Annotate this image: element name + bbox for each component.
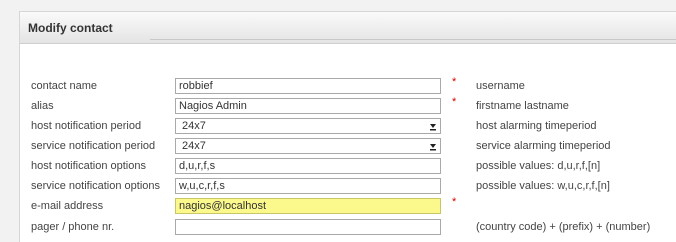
row-alias: alias * firstname lastname [20, 96, 676, 116]
host-notification-options-label: host notification options [31, 160, 146, 172]
service-notification-period-hint: service alarming timeperiod [476, 140, 611, 152]
alias-input[interactable] [175, 98, 441, 114]
row-host-notification-options: host notification options possible value… [20, 158, 676, 176]
header-divider [150, 39, 676, 40]
host-notification-period-select[interactable]: 24x7 [175, 118, 441, 134]
pager-phone-label: pager / phone nr. [31, 221, 115, 233]
dropdown-arrow-icon[interactable] [427, 140, 439, 152]
service-notification-options-input[interactable] [175, 178, 441, 194]
service-notification-period-value: 24x7 [182, 140, 206, 152]
pager-phone-input[interactable] [175, 219, 441, 235]
service-notification-period-select[interactable]: 24x7 [175, 138, 441, 154]
email-address-label: e-mail address [31, 200, 104, 212]
contact-name-input[interactable] [175, 78, 441, 94]
required-marker: * [452, 196, 457, 208]
required-marker: * [452, 76, 457, 88]
service-notification-options-label: service notification options [31, 180, 161, 192]
panel-header: Modify contact [20, 12, 676, 44]
email-address-input[interactable] [175, 198, 441, 214]
service-notification-period-label: service notification period [31, 140, 156, 152]
modify-contact-panel: Modify contact contact name * username a… [19, 11, 676, 242]
row-contact-name: contact name * username [20, 76, 676, 96]
row-service-notification-options: service notification options possible va… [20, 178, 676, 196]
host-notification-options-hint: possible values: d,u,r,f,[n] [476, 160, 601, 172]
host-notification-period-label: host notification period [31, 120, 142, 132]
row-pager-phone: pager / phone nr. (country code) + (pref… [20, 219, 676, 237]
host-notification-options-input[interactable] [175, 158, 441, 174]
alias-hint: firstname lastname [476, 100, 569, 112]
host-notification-period-hint: host alarming timeperiod [476, 120, 597, 132]
alias-label: alias [31, 100, 54, 112]
host-notification-period-value: 24x7 [182, 120, 206, 132]
dropdown-arrow-icon[interactable] [427, 120, 439, 132]
row-email-address: e-mail address * [20, 196, 676, 216]
contact-name-hint: username [476, 80, 525, 92]
row-host-notification-period: host notification period 24x7 host alarm… [20, 118, 676, 136]
panel-title: Modify contact [28, 21, 113, 35]
required-marker: * [452, 96, 457, 108]
contact-name-label: contact name [31, 80, 98, 92]
row-service-notification-period: service notification period 24x7 service… [20, 138, 676, 156]
pager-phone-hint: (country code) + (prefix) + (number) [476, 221, 651, 233]
service-notification-options-hint: possible values: w,u,c,r,f,[n] [476, 180, 610, 192]
